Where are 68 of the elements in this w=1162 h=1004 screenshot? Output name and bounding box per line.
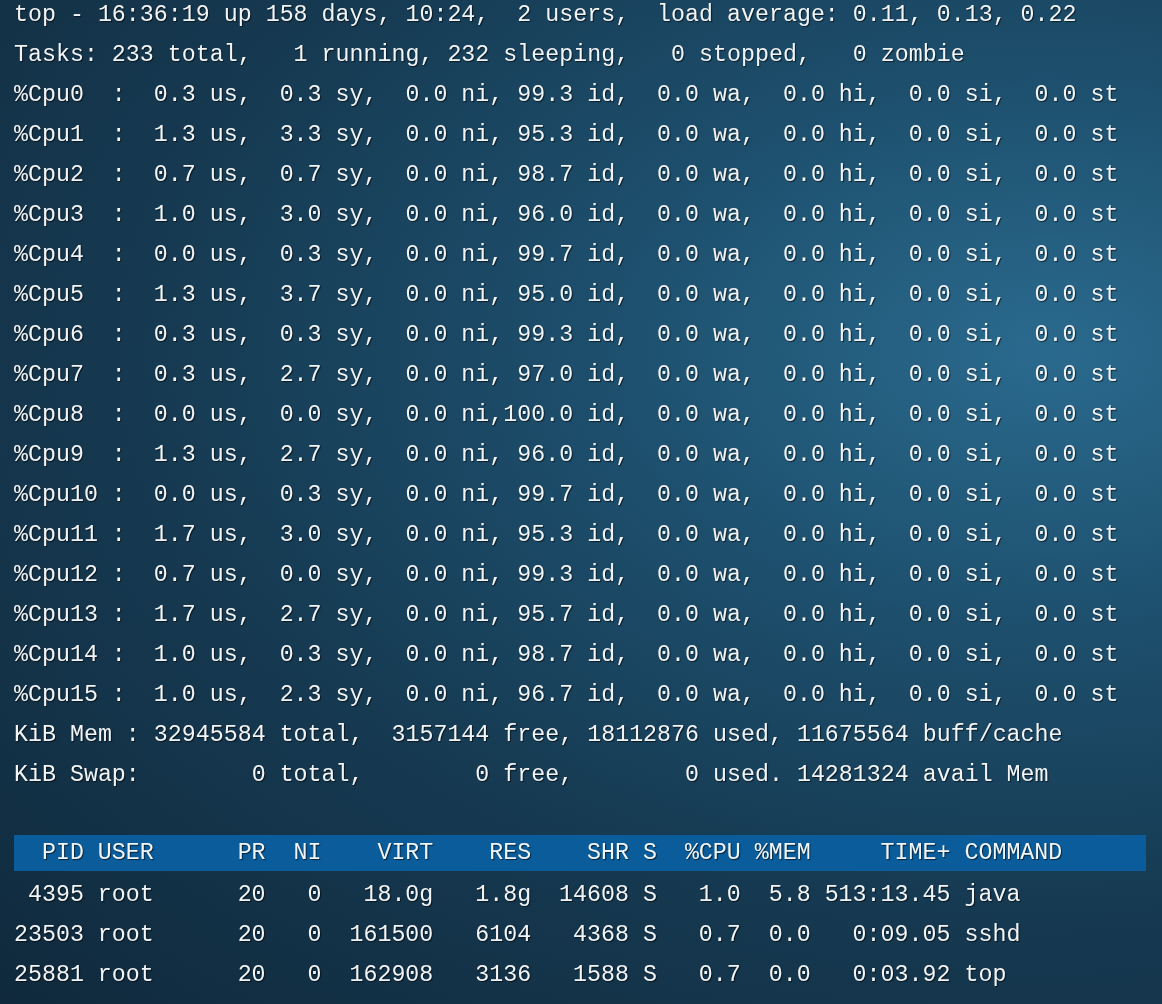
- table-cell-text: top: [964, 961, 1007, 990]
- table-cell-text: root: [97, 881, 154, 910]
- terminal-line: %Cpu14 : 1.0 us, 0.3 sy, 0.0 ni, 98.7 id, 0.0 wa, 0.0 hi, 0.0 si, 0.0 st: [14, 641, 1119, 670]
- table-cell-text: 6104: [475, 921, 532, 950]
- column-header: NI: [293, 839, 322, 868]
- table-cell-text: 0.7: [698, 961, 741, 990]
- table-cell-text: java: [964, 881, 1021, 910]
- terminal-line: KiB Swap: 0 total, 0 free, 0 used. 14281324 avail Mem: [14, 761, 1049, 790]
- column-header: S: [642, 839, 657, 868]
- terminal-line: %Cpu2 : 0.7 us, 0.7 sy, 0.0 ni, 98.7 id, 0.0 wa, 0.0 hi, 0.0 si, 0.0 st: [14, 161, 1119, 190]
- column-header: RES: [489, 839, 532, 868]
- table-cell-text: S: [642, 961, 657, 990]
- table-cell-text: 0.0: [768, 921, 811, 950]
- terminal-line: %Cpu5 : 1.3 us, 3.7 sy, 0.0 ni, 95.0 id, 0.0 wa, 0.0 hi, 0.0 si, 0.0 st: [14, 281, 1119, 310]
- terminal-line: %Cpu0 : 0.3 us, 0.3 sy, 0.0 ni, 99.3 id, 0.0 wa, 0.0 hi, 0.0 si, 0.0 st: [14, 81, 1119, 110]
- table-cell-text: S: [642, 921, 657, 950]
- table-cell-text: 0.7: [698, 921, 741, 950]
- terminal-line: %Cpu13 : 1.7 us, 2.7 sy, 0.0 ni, 95.7 id, 0.0 wa, 0.0 hi, 0.0 si, 0.0 st: [14, 601, 1119, 630]
- table-cell-text: 0:03.92: [852, 961, 951, 990]
- terminal-line: KiB Mem : 32945584 total, 3157144 free, 18112876 used, 11675564 buff/cache: [14, 721, 1063, 750]
- terminal-line: %Cpu11 : 1.7 us, 3.0 sy, 0.0 ni, 95.3 id, 0.0 wa, 0.0 hi, 0.0 si, 0.0 st: [14, 521, 1119, 550]
- terminal-line: %Cpu4 : 0.0 us, 0.3 sy, 0.0 ni, 99.7 id, 0.0 wa, 0.0 hi, 0.0 si, 0.0 st: [14, 241, 1119, 270]
- terminal-line: %Cpu6 : 0.3 us, 0.3 sy, 0.0 ni, 99.3 id, 0.0 wa, 0.0 hi, 0.0 si, 0.0 st: [14, 321, 1119, 350]
- table-cell-text: 4395: [27, 881, 84, 910]
- table-cell-text: 1.0: [698, 881, 741, 910]
- column-header: PR: [237, 839, 266, 868]
- table-cell-text: 23503: [14, 921, 84, 950]
- terminal-line: %Cpu15 : 1.0 us, 2.3 sy, 0.0 ni, 96.7 id, 0.0 wa, 0.0 hi, 0.0 si, 0.0 st: [14, 681, 1119, 710]
- table-cell-text: 1.8g: [475, 881, 532, 910]
- table-cell-text: 5.8: [768, 881, 811, 910]
- table-cell-text: 25881: [14, 961, 84, 990]
- table-cell-text: 20: [237, 881, 266, 910]
- table-cell-text: root: [97, 921, 154, 950]
- table-cell-text: 1588: [573, 961, 629, 990]
- column-header: SHR: [587, 839, 629, 868]
- table-cell-text: 0.0: [768, 961, 811, 990]
- column-header: %CPU: [684, 839, 741, 868]
- table-cell-text: 3136: [475, 961, 532, 990]
- terminal-line: Tasks: 233 total, 1 running, 232 sleeping, 0 stopped, 0 zombie: [14, 41, 965, 70]
- table-cell-text: 18.0g: [363, 881, 434, 910]
- terminal-line: %Cpu7 : 0.3 us, 2.7 sy, 0.0 ni, 97.0 id, 0.0 wa, 0.0 hi, 0.0 si, 0.0 st: [14, 361, 1119, 390]
- table-cell-text: S: [642, 881, 657, 910]
- table-cell-text: 161500: [349, 921, 434, 950]
- table-cell-text: 0:09.05: [852, 921, 951, 950]
- table-cell-text: 0: [307, 961, 322, 990]
- terminal-line: %Cpu1 : 1.3 us, 3.3 sy, 0.0 ni, 95.3 id, 0.0 wa, 0.0 hi, 0.0 si, 0.0 st: [14, 121, 1119, 150]
- terminal-line: %Cpu10 : 0.0 us, 0.3 sy, 0.0 ni, 99.7 id, 0.0 wa, 0.0 hi, 0.0 si, 0.0 st: [14, 481, 1119, 510]
- terminal-line: %Cpu8 : 0.0 us, 0.0 sy, 0.0 ni,100.0 id, 0.0 wa, 0.0 hi, 0.0 si, 0.0 st: [14, 401, 1119, 430]
- column-header: PID: [41, 839, 84, 868]
- column-header: TIME+: [880, 839, 951, 868]
- terminal-line: %Cpu12 : 0.7 us, 0.0 sy, 0.0 ni, 99.3 id, 0.0 wa, 0.0 hi, 0.0 si, 0.0 st: [14, 561, 1119, 590]
- terminal-line: %Cpu9 : 1.3 us, 2.7 sy, 0.0 ni, 96.0 id, 0.0 wa, 0.0 hi, 0.0 si, 0.0 st: [14, 441, 1119, 470]
- table-cell-text: 0: [307, 881, 322, 910]
- column-header: USER: [97, 839, 154, 868]
- column-header: COMMAND: [964, 839, 1063, 868]
- table-cell-text: 14608: [559, 881, 629, 910]
- table-cell-text: 513:13.45: [824, 881, 951, 910]
- table-cell-text: root: [97, 961, 154, 990]
- table-cell-text: 20: [237, 961, 266, 990]
- terminal-line: top - 16:36:19 up 158 days, 10:24, 2 users, load average: 0.11, 0.13, 0.22: [14, 1, 1077, 30]
- table-cell-text: sshd: [964, 921, 1021, 950]
- table-cell-text: 162908: [349, 961, 434, 990]
- terminal-line: %Cpu3 : 1.0 us, 3.0 sy, 0.0 ni, 96.0 id, 0.0 wa, 0.0 hi, 0.0 si, 0.0 st: [14, 201, 1119, 230]
- table-cell-text: 4368: [573, 921, 629, 950]
- column-header: %MEM: [754, 839, 811, 868]
- column-header: VIRT: [377, 839, 434, 868]
- table-cell-text: 0: [307, 921, 322, 950]
- table-cell-text: 20: [237, 921, 266, 950]
